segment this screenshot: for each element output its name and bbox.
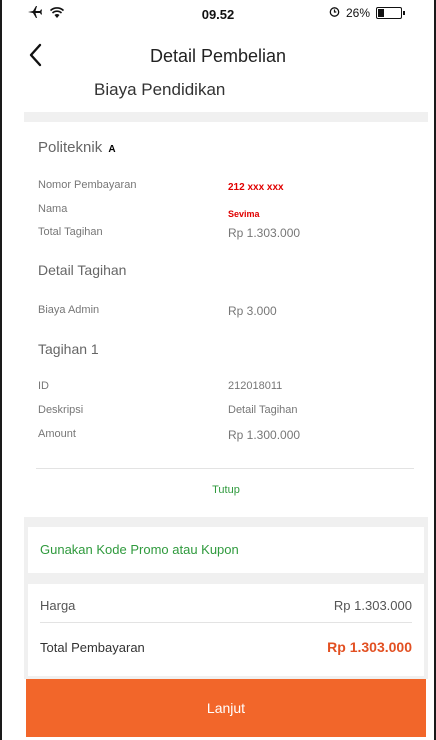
harga-value: Rp 1.303.000: [333, 598, 412, 613]
id-value: 212018011: [228, 380, 283, 392]
battery-fill: [378, 9, 384, 17]
payment-summary: Harga Rp 1.303.000 Total Pembayaran Rp 1…: [28, 584, 424, 676]
amount-value: Rp 1.300.000: [228, 428, 301, 442]
alarm-icon: [329, 6, 340, 20]
detail-tagihan-heading: Detail Tagihan: [38, 262, 127, 278]
nomor-label: Nomor Pembayaran: [38, 179, 137, 191]
nama-label: Nama: [38, 203, 68, 215]
harga-row: Harga Rp 1.303.000: [40, 598, 412, 613]
nav-header: Detail Pembelian: [0, 36, 436, 78]
category-label: Biaya Pendidikan: [94, 80, 226, 99]
total-label: Total Pembayaran: [40, 640, 145, 655]
total-tagihan-label: Total Tagihan: [38, 226, 103, 238]
id-label: ID: [38, 380, 49, 392]
lanjut-button[interactable]: Lanjut: [26, 679, 426, 737]
total-tagihan-value: Rp 1.303.000: [228, 226, 301, 240]
status-bar: 09.52 26%: [0, 0, 436, 30]
section-separator: [24, 112, 428, 122]
status-right: 26%: [329, 6, 405, 20]
biaya-admin-value: Rp 3.000: [228, 304, 277, 318]
card-divider: [36, 468, 414, 469]
detail-card: Politeknik A Nomor Pembayaran 212 xxx xx…: [24, 122, 428, 517]
school-name-suffix: A: [108, 144, 116, 155]
harga-label: Harga: [40, 598, 76, 613]
nama-value: Sevima: [228, 209, 260, 219]
promo-label: Gunakan Kode Promo atau Kupon: [40, 542, 239, 557]
battery-icon: [376, 7, 405, 19]
nomor-value: 212 xxx xxx: [228, 182, 284, 193]
school-name: Politeknik A: [38, 139, 116, 156]
summary-divider: [40, 622, 412, 623]
amount-label: Amount: [38, 428, 76, 440]
page-title: Detail Pembelian: [149, 46, 287, 66]
total-row: Total Pembayaran Rp 1.303.000: [40, 639, 412, 655]
tagihan-heading: Tagihan 1: [38, 341, 99, 357]
deskripsi-value: Detail Tagihan: [228, 404, 298, 416]
total-value: Rp 1.303.000: [327, 639, 412, 655]
deskripsi-label: Deskripsi: [38, 404, 84, 416]
tutup-button[interactable]: Tutup: [24, 484, 428, 496]
battery-percent: 26%: [345, 6, 370, 20]
school-name-text: Politeknik: [38, 139, 103, 156]
biaya-admin-label: Biaya Admin: [38, 304, 100, 316]
promo-coupon-button[interactable]: Gunakan Kode Promo atau Kupon: [28, 527, 424, 573]
